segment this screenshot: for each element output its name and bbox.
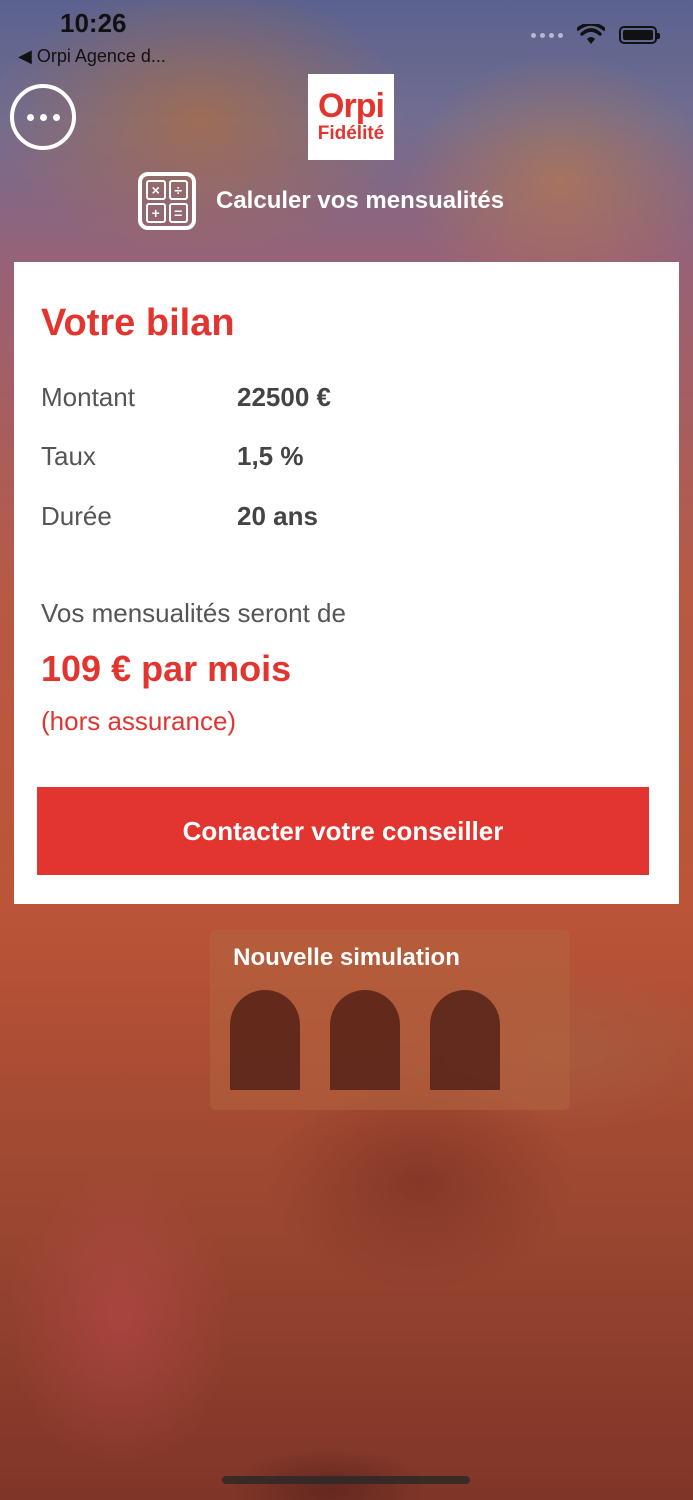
wifi-icon <box>577 24 605 44</box>
equals-symbol: = <box>168 203 188 223</box>
status-indicators <box>531 24 660 46</box>
calculator-header: × ÷ + = Calculer vos mensualités <box>138 172 504 230</box>
row-value: 22500 € <box>237 382 331 412</box>
back-to-app-link[interactable]: ◀ Orpi Agence d... <box>18 46 166 67</box>
logo-main-text: Orpi <box>318 87 385 125</box>
row-label: Durée <box>41 501 112 531</box>
result-card: Votre bilan Montant 22500 € Taux 1,5 % Dur… <box>14 262 679 904</box>
orpi-fidelite-logo: Orpi Fidélité <box>308 74 394 160</box>
result-row-montant: Montant 22500 € <box>41 382 331 413</box>
home-indicator[interactable] <box>222 1476 470 1484</box>
more-dots-icon <box>26 113 34 121</box>
insurance-note: (hors assurance) <box>41 706 237 736</box>
result-row-duree: Durée 20 ans <box>41 501 318 532</box>
row-label: Montant <box>41 382 135 412</box>
plus-symbol: + <box>146 203 166 223</box>
more-options-button[interactable] <box>10 84 76 150</box>
calculator-icon: × ÷ + = <box>138 172 196 230</box>
status-time: 10:26 <box>60 8 127 38</box>
monthly-payment-value: 109 € par mois <box>41 648 292 689</box>
divide-symbol: ÷ <box>168 180 188 200</box>
monthly-payment-label: Vos mensualités seront de <box>41 598 346 628</box>
battery-icon <box>619 26 660 44</box>
multiply-symbol: × <box>146 180 166 200</box>
page-title: Calculer vos mensualités <box>216 187 505 214</box>
new-simulation-button[interactable]: Nouvelle simulation <box>0 944 693 972</box>
contact-advisor-button[interactable]: Contacter votre conseiller <box>37 787 649 875</box>
row-value: 1,5 % <box>237 441 304 471</box>
row-label: Taux <box>41 441 96 471</box>
result-row-taux: Taux 1,5 % <box>41 441 304 472</box>
signal-icon <box>531 32 563 38</box>
logo-sub-text: Fidélité <box>317 123 385 144</box>
row-value: 20 ans <box>237 501 318 531</box>
card-title: Votre bilan <box>41 302 235 344</box>
